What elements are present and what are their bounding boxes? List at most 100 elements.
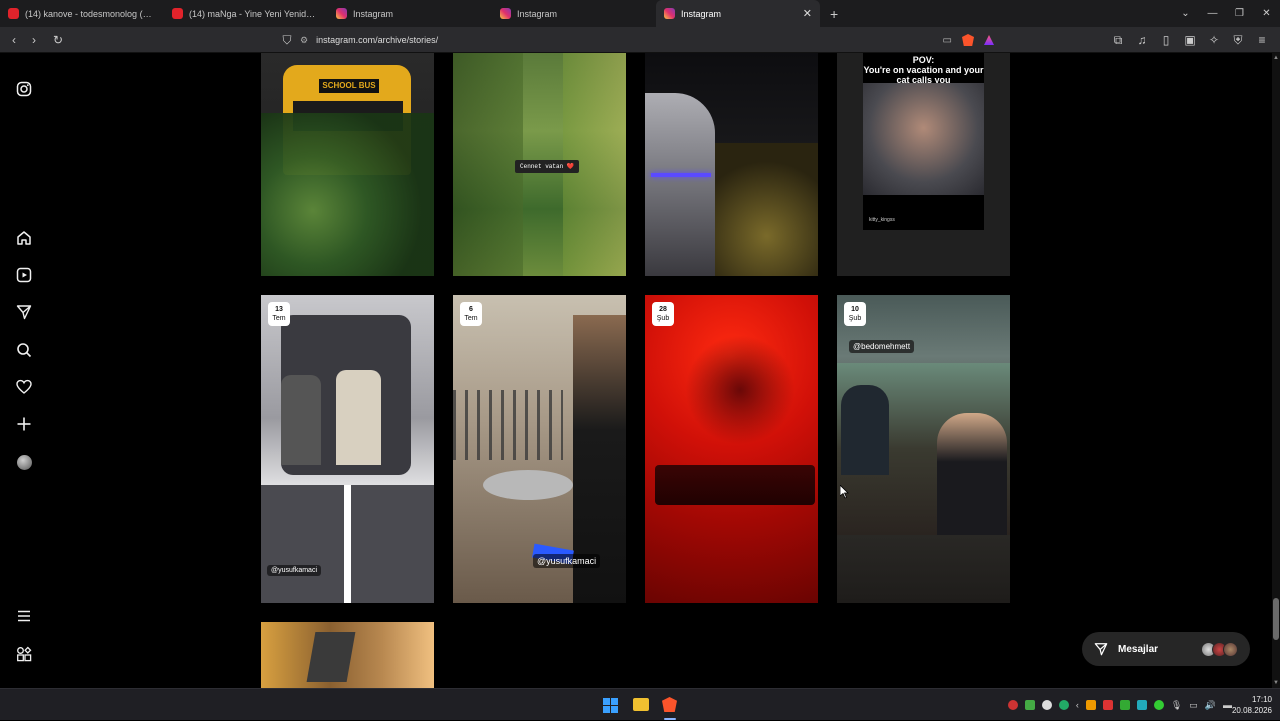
story-thumbnail[interactable]: POV: You're on vacation and your cat cal… (837, 53, 1010, 276)
scrollbar-thumb[interactable] (1273, 598, 1279, 640)
close-window-icon[interactable]: ✕ (1253, 8, 1280, 19)
reload-icon[interactable]: ↻ (48, 33, 68, 47)
night-trees (715, 143, 818, 276)
bookmark-icon[interactable]: ⛉ (280, 33, 294, 48)
taskbar-clock[interactable]: 17:10 20.08.2026 (1232, 694, 1272, 716)
page-scrollbar[interactable]: ▲ ▼ (1272, 53, 1280, 688)
story-thumbnail[interactable]: SCHOOL BUS (261, 53, 434, 276)
direct-messages-icon[interactable] (14, 302, 34, 322)
forward-icon[interactable]: › (24, 33, 44, 47)
table (483, 470, 573, 500)
tab-title: (14) kanove - todesmonolog (prod.k (25, 8, 156, 19)
balcony-railing (453, 390, 563, 460)
brave-taskbar-icon[interactable] (662, 697, 677, 712)
red-shadow (685, 335, 795, 445)
message-avatars (1201, 641, 1238, 657)
browser-tab[interactable]: Instagram (492, 0, 656, 27)
youtube-icon (172, 8, 183, 19)
story-date-badge: 6 Tem (460, 302, 482, 326)
avatar (1223, 641, 1238, 657)
browser-tab[interactable]: (14) maNga - Yine Yeni Yeniden (Yen (164, 0, 328, 27)
brave-shields-icon[interactable] (962, 34, 974, 46)
toolbar-extensions: ⧉ ♫ ▯ ▣ ✧ ⛨ ≡ (1108, 27, 1272, 53)
youtube-icon (8, 8, 19, 19)
tray-app-icon[interactable] (1136, 700, 1147, 710)
search-icon[interactable] (14, 340, 34, 360)
tray-app-icon[interactable] (1119, 700, 1130, 710)
windows-start-icon[interactable] (603, 698, 618, 713)
browser-tab-active[interactable]: Instagram ✕ (656, 0, 820, 27)
story-thumbnail[interactable] (645, 53, 818, 276)
sidebar-icon[interactable]: ▯ (1156, 33, 1176, 47)
tray-app-icon[interactable] (1058, 700, 1069, 710)
story-thumbnail[interactable]: 10 Şub @bedomehmett (837, 295, 1010, 603)
story-text-sticker: Cennet vatan ❤️ (515, 160, 580, 173)
chevron-left-icon[interactable]: ‹ (1076, 700, 1079, 710)
scroll-up-icon[interactable]: ▲ (1272, 55, 1280, 61)
create-plus-icon[interactable] (14, 414, 34, 434)
direct-messages-icon (1094, 643, 1108, 656)
wallet-icon[interactable]: ▣ (1180, 33, 1200, 47)
back-icon[interactable]: ‹ (4, 33, 24, 47)
steam-icon[interactable] (1041, 700, 1052, 710)
windows-taskbar: ‹ 🎙 ▭ 🔊 ▬ 17:10 20.08.2026 (0, 688, 1280, 720)
messages-button[interactable]: Mesajlar (1082, 632, 1250, 666)
media-icon[interactable]: ♫ (1132, 33, 1152, 47)
story-date-badge: 28 Şub (652, 302, 674, 326)
mention-sticker: @bedomehmett (849, 340, 915, 353)
car-door (645, 93, 715, 276)
also-from-meta-icon[interactable] (14, 644, 34, 664)
address-bar[interactable]: ⛉ ⚙ instagram.com/archive/stories/ ▭ (280, 30, 1000, 50)
volume-icon[interactable]: 🔊 (1205, 700, 1216, 711)
forest-shade (453, 53, 523, 276)
tray-app-icon[interactable] (1007, 700, 1018, 710)
microphone-icon[interactable]: 🎙 (1171, 700, 1182, 711)
brave-rewards-icon[interactable] (984, 35, 994, 45)
tray-app-icon[interactable] (1085, 700, 1096, 710)
reels-icon[interactable] (14, 265, 34, 285)
instagram-logo-icon[interactable] (14, 79, 34, 99)
story-thumbnail[interactable] (261, 622, 434, 688)
story-thumbnail[interactable]: 13 Tem @yusufkamaci (261, 295, 434, 603)
network-icon[interactable]: ▭ (1189, 700, 1198, 711)
instagram-icon (500, 8, 511, 19)
story-thumbnail[interactable]: 6 Tem @yusufkamaci (453, 295, 626, 603)
photo-detail (306, 632, 356, 682)
messages-label: Mesajlar (1118, 643, 1159, 655)
new-tab-button[interactable]: + (830, 6, 838, 22)
window-controls: ⌄ — ❐ ✕ (1172, 0, 1280, 27)
tray-app-icon[interactable] (1153, 700, 1164, 710)
system-tray: ‹ 🎙 ▭ 🔊 ▬ (1007, 689, 1232, 721)
extensions-icon[interactable]: ⧉ (1108, 33, 1128, 48)
passenger (281, 375, 321, 465)
meme-credit: kitty_kingss (869, 217, 895, 223)
file-explorer-icon[interactable] (633, 698, 649, 711)
tab-title: Instagram (353, 8, 394, 19)
profile-avatar[interactable] (14, 452, 34, 472)
tray-app-icon[interactable] (1102, 700, 1113, 710)
minimize-icon[interactable]: — (1199, 8, 1226, 19)
person (937, 413, 1007, 535)
vpn-icon[interactable]: ⛨ (1228, 33, 1248, 48)
site-info-icon[interactable]: ⚙ (300, 35, 308, 46)
person (841, 385, 889, 475)
home-icon[interactable] (14, 228, 34, 248)
browser-tab[interactable]: (14) kanove - todesmonolog (prod.k (0, 0, 164, 27)
tab-list-chevron-icon[interactable]: ⌄ (1172, 8, 1199, 19)
meme-face-image (863, 83, 984, 195)
maximize-icon[interactable]: ❐ (1226, 8, 1253, 19)
story-thumbnail[interactable]: 28 Şub (645, 295, 818, 603)
battery-icon[interactable]: ▬ (1223, 700, 1232, 710)
menu-icon[interactable]: ≡ (1252, 33, 1272, 47)
browser-tab[interactable]: Instagram (328, 0, 492, 27)
scroll-down-icon[interactable]: ▼ (1272, 680, 1280, 686)
cast-icon[interactable]: ▭ (943, 35, 952, 46)
more-menu-icon[interactable] (14, 606, 34, 626)
mention-sticker: @yusufkamaci (267, 565, 322, 576)
leo-ai-icon[interactable]: ✧ (1204, 33, 1224, 47)
close-tab-icon[interactable]: ✕ (803, 7, 812, 20)
url-text[interactable]: instagram.com/archive/stories/ (316, 35, 438, 45)
tray-app-icon[interactable] (1024, 700, 1035, 710)
notifications-heart-icon[interactable] (14, 377, 34, 397)
story-thumbnail[interactable]: Cennet vatan ❤️ (453, 53, 626, 276)
